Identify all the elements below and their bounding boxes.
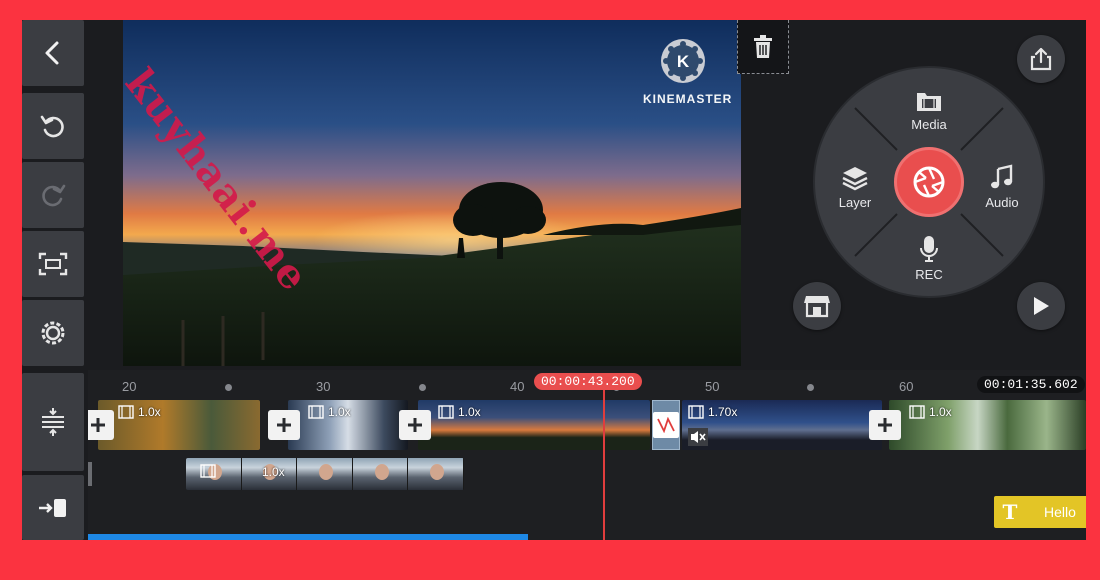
clip-speed-label: 1.0x — [458, 405, 481, 419]
film-icon — [438, 405, 454, 419]
logo-letter: K — [677, 52, 690, 71]
asset-store-button[interactable] — [793, 282, 841, 330]
media-wheel: Media Audio Layer REC — [812, 65, 1046, 299]
rec-button[interactable]: REC — [894, 235, 964, 282]
timeline-expand-button[interactable] — [22, 373, 84, 471]
muted-audio-icon — [688, 428, 708, 446]
trash-icon — [754, 34, 772, 58]
settings-button[interactable] — [22, 300, 84, 366]
transition-button[interactable] — [653, 412, 679, 438]
film-icon — [688, 405, 704, 419]
video-clip[interactable]: 1.0x — [98, 400, 260, 450]
kinemaster-logo: K KINEMASTER — [643, 38, 733, 106]
crop-frame-icon — [38, 252, 68, 276]
back-button[interactable] — [22, 20, 84, 86]
audio-button[interactable]: Audio — [967, 163, 1037, 210]
video-clip[interactable]: 1.0x — [288, 400, 408, 450]
layer-label: Layer — [838, 195, 872, 210]
kinemaster-logo-icon: K — [661, 39, 705, 83]
transition-icon — [657, 417, 675, 433]
text-layer-clip[interactable]: T Hello — [994, 496, 1086, 528]
plus-icon — [91, 418, 105, 432]
video-clip[interactable]: 1.70x — [682, 400, 882, 450]
ruler-label-40: 40 — [510, 379, 525, 394]
music-note-icon — [991, 164, 1013, 189]
camera-shutter-icon — [913, 166, 945, 198]
ruler-label-60: 60 — [899, 379, 914, 394]
add-clip-button[interactable] — [88, 410, 114, 440]
jump-to-end-button[interactable] — [22, 475, 84, 540]
playhead[interactable] — [603, 390, 605, 540]
overlay-frame — [352, 458, 409, 490]
film-icon — [909, 405, 925, 419]
timeline[interactable]: 20 30 40 50 60 00:00:43.200 00:01:35.602… — [88, 370, 1086, 540]
redo-icon — [42, 184, 66, 207]
plus-icon — [878, 418, 892, 432]
microphone-icon — [920, 236, 938, 262]
crop-button[interactable] — [22, 231, 84, 297]
jump-to-end-icon — [39, 498, 66, 517]
overlay-frame — [408, 458, 464, 490]
delete-button[interactable] — [737, 20, 789, 74]
overlay-speed-label: 1.0x — [262, 465, 285, 479]
timeline-scrollbar[interactable] — [88, 534, 528, 540]
total-duration-badge: 00:01:35.602 — [977, 376, 1085, 393]
play-button[interactable] — [1017, 282, 1065, 330]
store-icon — [804, 296, 830, 318]
kinemaster-editor: kuyhaai.me K KINEMASTER Media Audio Laye… — [22, 20, 1086, 540]
undo-button[interactable] — [22, 93, 84, 159]
text-icon: T — [1002, 500, 1018, 524]
ruler-label-50: 50 — [705, 379, 720, 394]
clip-speed-tag: 1.0x — [909, 405, 952, 419]
media-folder-icon — [917, 93, 941, 111]
redo-button[interactable] — [22, 162, 84, 228]
ruler-dot — [225, 384, 232, 391]
clip-speed-tag: 1.0x — [308, 405, 351, 419]
plus-icon — [277, 418, 291, 432]
clip-speed-label: 1.0x — [138, 405, 161, 419]
audio-label: Audio — [985, 195, 1019, 210]
capture-button[interactable] — [894, 147, 964, 217]
layers-icon — [842, 167, 868, 191]
transition-marker[interactable] — [652, 400, 680, 450]
video-clip[interactable]: 1.0x — [889, 400, 1086, 450]
timeline-expand-icon — [42, 408, 64, 436]
overlay-video-layer[interactable]: 1.0x — [186, 458, 464, 490]
ruler-dot — [419, 384, 426, 391]
undo-icon — [40, 115, 64, 138]
ruler-dot — [807, 384, 814, 391]
back-arrow-icon — [45, 41, 59, 65]
film-icon — [308, 405, 324, 419]
layer-button[interactable]: Layer — [820, 165, 890, 210]
add-clip-button[interactable] — [268, 410, 300, 440]
settings-gear-icon — [41, 321, 65, 345]
overlay-frame — [297, 458, 353, 490]
overlay-edge-thumb — [88, 462, 92, 486]
add-clip-button[interactable] — [869, 410, 901, 440]
video-clip[interactable]: 1.0x — [418, 400, 650, 450]
clip-speed-label: 1.0x — [328, 405, 351, 419]
clip-speed-tag: 1.70x — [688, 405, 737, 419]
current-time-badge: 00:00:43.200 — [534, 373, 642, 390]
ruler-label-20: 20 — [122, 379, 137, 394]
plus-icon — [408, 418, 422, 432]
brand-name: KINEMASTER — [643, 92, 733, 106]
clip-speed-tag: 1.0x — [118, 405, 161, 419]
media-label: Media — [911, 117, 947, 132]
video-preview[interactable]: kuyhaai.me K KINEMASTER — [123, 20, 741, 366]
film-icon — [200, 464, 216, 478]
media-button[interactable]: Media — [894, 89, 964, 132]
clip-speed-tag: 1.0x — [438, 405, 481, 419]
clip-speed-label: 1.0x — [929, 405, 952, 419]
rec-label: REC — [915, 267, 943, 282]
play-icon — [1034, 297, 1049, 315]
clip-speed-label: 1.70x — [708, 405, 738, 419]
text-layer-label: Hello — [1044, 504, 1076, 520]
overlay-speed-tag — [200, 464, 216, 478]
ruler-label-30: 30 — [316, 379, 331, 394]
film-icon — [118, 405, 134, 419]
add-clip-button[interactable] — [399, 410, 431, 440]
